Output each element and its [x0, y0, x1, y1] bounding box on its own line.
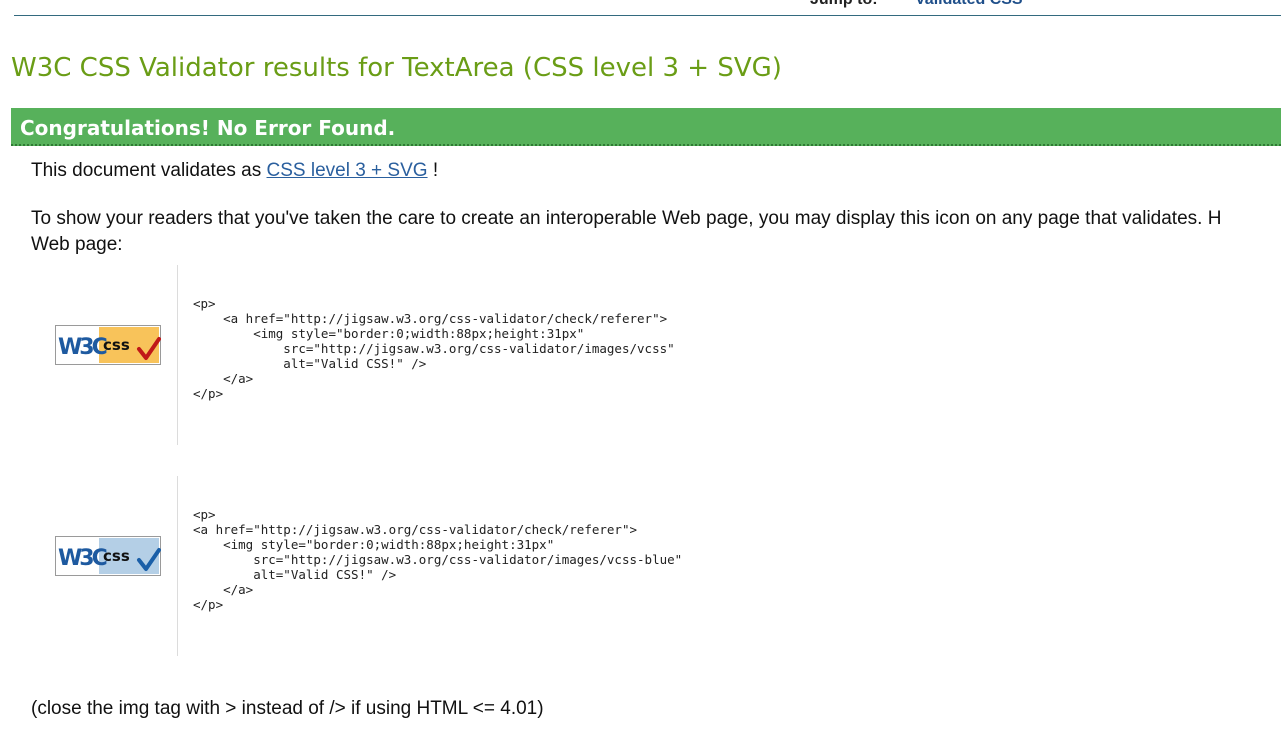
w3c-css-valid-badge-blue-icon[interactable]: W3C css	[55, 536, 161, 576]
badge-info-line-2: Web page:	[31, 234, 123, 255]
code-divider	[177, 476, 178, 656]
badge-w3c-text: W3C	[58, 546, 107, 571]
validator-results-page: Jump to: Validated CSS W3C CSS Validator…	[0, 0, 1281, 738]
badge-code-snippet-gold: <p> <a href="http://jigsaw.w3.org/css-va…	[193, 296, 675, 401]
badge-css-text: css	[103, 336, 130, 354]
validates-message: This document validates as CSS level 3 +…	[31, 160, 438, 182]
code-divider	[177, 265, 178, 445]
page-title: W3C CSS Validator results for TextArea (…	[11, 53, 782, 83]
badge-info-line-1: To show your readers that you've taken t…	[31, 208, 1222, 229]
badge-block-gold: W3C css <p> <a href="http://jigsaw.w3.or…	[40, 265, 1281, 445]
badge-css-text: css	[103, 547, 130, 565]
css-profile-link[interactable]: CSS level 3 + SVG	[267, 160, 428, 181]
jump-link-validated-css[interactable]: Validated CSS	[915, 0, 1023, 9]
badge-info-text: To show your readers that you've taken t…	[31, 206, 1281, 258]
close-tag-note: (close the img tag with > instead of /> …	[31, 698, 544, 719]
success-banner: Congratulations! No Error Found.	[11, 108, 1281, 146]
jump-to-label: Jump to:	[810, 0, 878, 9]
w3c-css-valid-badge-gold-icon[interactable]: W3C css	[55, 325, 161, 365]
success-heading: Congratulations! No Error Found.	[20, 116, 396, 140]
badge-w3c-text: W3C	[58, 335, 107, 360]
jump-to-nav: Jump to: Validated CSS	[14, 0, 1281, 16]
badge-code-snippet-blue: <p> <a href="http://jigsaw.w3.org/css-va…	[193, 507, 683, 612]
badge-block-blue: W3C css <p> <a href="http://jigsaw.w3.or…	[40, 476, 1281, 656]
validates-suffix: !	[427, 160, 439, 181]
validates-prefix: This document validates as	[31, 160, 267, 181]
